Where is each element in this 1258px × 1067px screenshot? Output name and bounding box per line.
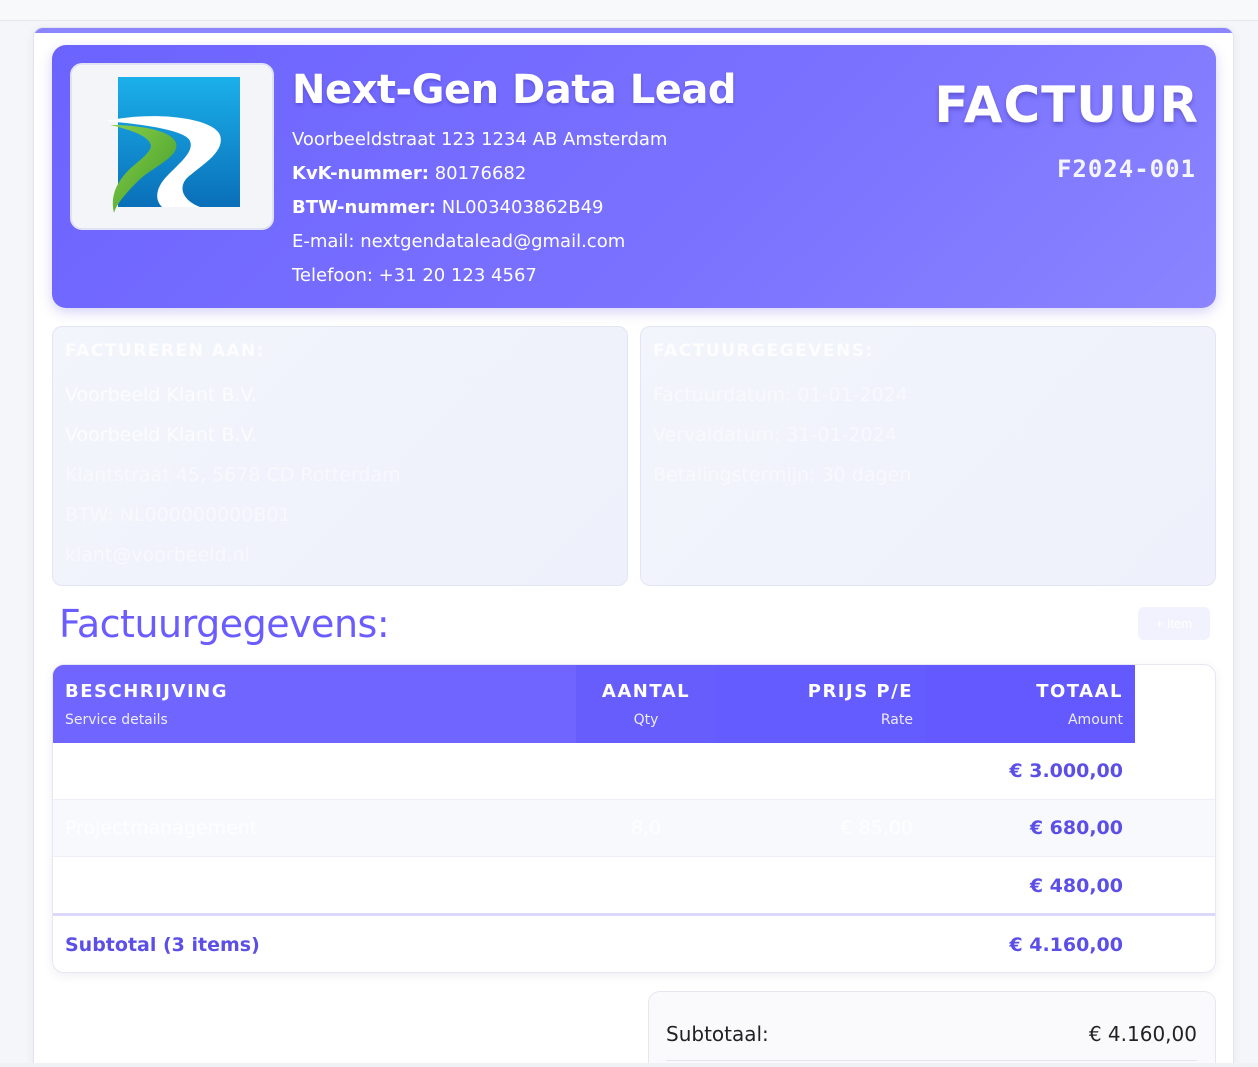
invoice-title: FACTUUR — [934, 76, 1199, 134]
sheet-top-accent — [34, 28, 1233, 33]
invoice-details-title: FACTUURGEGEVENS: — [653, 341, 874, 361]
column-header-description: BESCHRIJVING Service details — [53, 665, 576, 743]
column-header-label: AANTAL — [601, 681, 691, 702]
column-header-sublabel: Service details — [65, 712, 168, 728]
bill-to-line: BTW: NL000000000B01 — [65, 504, 291, 526]
totals-card: Subtotaal: € 4.160,00 — [648, 991, 1216, 1066]
row-total: € 680,00 — [1029, 817, 1123, 839]
column-header-sublabel: Qty — [633, 712, 659, 728]
company-logo — [70, 63, 274, 230]
logo-icon — [106, 77, 240, 213]
column-header-total: TOTAAL Amount — [925, 665, 1135, 743]
column-header-sublabel: Rate — [880, 712, 913, 728]
company-phone: Telefoon: +31 20 123 4567 — [292, 265, 537, 286]
row-total: € 480,00 — [1029, 875, 1123, 897]
company-name: Next-Gen Data Lead — [292, 67, 736, 113]
bill-to-line: Voorbeeld Klant B.V. — [65, 384, 257, 406]
row-description: Projectmanagement — [65, 817, 258, 839]
invoice-sheet: Next-Gen Data Lead Voorbeeldstraat 123 1… — [33, 27, 1234, 1067]
table-row[interactable]: Projectmanagement 8,0 € 85,00 € 680,00 — [53, 800, 1215, 857]
column-header-qty: AANTAL Qty — [576, 665, 716, 743]
table-subtotal-value: € 4.160,00 — [1009, 934, 1123, 956]
bottom-scroll-edge — [0, 1063, 1258, 1067]
table-subtotal-label: Subtotal (3 items) — [65, 934, 260, 956]
column-header-sublabel: Amount — [1067, 712, 1123, 728]
kvk-value: 80176682 — [434, 163, 527, 184]
totals-subtotal-label: Subtotaal: — [666, 1022, 769, 1046]
btw-value: NL003403862B49 — [441, 197, 604, 218]
company-info: Next-Gen Data Lead Voorbeeldstraat 123 1… — [292, 65, 852, 293]
totals-divider — [666, 1060, 1197, 1061]
bill-to-title: FACTUREREN AAN: — [65, 341, 266, 361]
items-table: BESCHRIJVING Service details AANTAL Qty … — [52, 664, 1216, 973]
browser-top-strip — [0, 0, 1258, 21]
section-title: Factuurgegevens: — [59, 602, 390, 646]
column-header-label: TOTAAL — [1036, 681, 1123, 702]
bill-to-card: FACTUREREN AAN: Voorbeeld Klant B.V. Voo… — [52, 326, 628, 586]
invoice-details-card: FACTUURGEGEVENS: Factuurdatum: 01-01-202… — [640, 326, 1216, 586]
bill-to-line: Klantstraat 45, 5678 CD Rotterdam — [65, 464, 401, 486]
btw-label: BTW-nummer: — [292, 197, 436, 218]
company-address: Voorbeeldstraat 123 1234 AB Amsterdam — [292, 129, 668, 150]
kvk-label: KvK-nummer: — [292, 163, 429, 184]
invoice-details-line: Vervaldatum: 31-01-2024 — [653, 424, 897, 446]
company-kvk: KvK-nummer: 80176682 — [292, 157, 852, 191]
table-row[interactable]: € 480,00 — [53, 858, 1215, 916]
row-rate: € 85,00 — [840, 817, 913, 839]
totals-subtotal-value: € 4.160,00 — [1088, 1022, 1197, 1046]
invoice-header: Next-Gen Data Lead Voorbeeldstraat 123 1… — [52, 45, 1216, 308]
company-btw: BTW-nummer: NL003403862B49 — [292, 191, 852, 225]
row-qty: 8,0 — [630, 817, 662, 839]
column-header-label: PRIJS P/E — [807, 681, 913, 702]
table-subtotal-row: Subtotal (3 items) € 4.160,00 — [53, 916, 1215, 972]
table-row[interactable]: € 3.000,00 — [53, 743, 1215, 800]
company-email: E-mail: nextgendatalead@gmail.com — [292, 231, 626, 252]
invoice-number: F2024-001 — [1056, 155, 1196, 183]
invoice-details-line: Betalingstermijn: 30 dagen — [653, 464, 912, 486]
invoice-details-line: Factuurdatum: 01-01-2024 — [653, 384, 908, 406]
table-header: BESCHRIJVING Service details AANTAL Qty … — [53, 665, 1135, 743]
column-header-rate: PRIJS P/E Rate — [716, 665, 925, 743]
add-item-button[interactable]: + Item — [1138, 607, 1210, 640]
bill-to-line: Voorbeeld Klant B.V. — [65, 424, 257, 446]
column-header-label: BESCHRIJVING — [65, 681, 228, 702]
bill-to-line: klant@voorbeeld.nl — [65, 544, 250, 566]
row-total: € 3.000,00 — [1009, 760, 1123, 782]
